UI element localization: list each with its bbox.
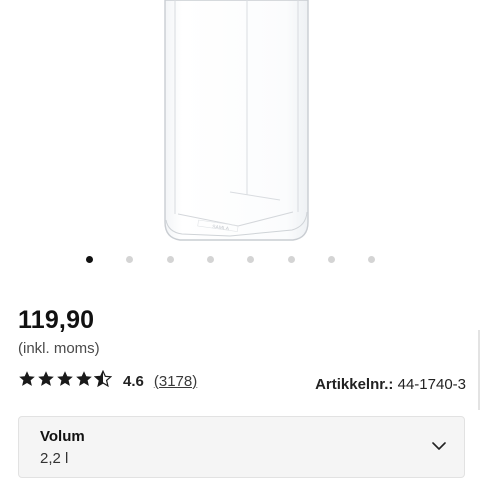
article-number-value: 44-1740-3 bbox=[397, 376, 466, 393]
rating-stars bbox=[18, 369, 113, 393]
volume-selected-value: 2,2 l bbox=[40, 450, 69, 467]
gallery-dot[interactable] bbox=[327, 256, 335, 263]
star-icon bbox=[38, 370, 54, 386]
star-icon bbox=[94, 369, 112, 387]
review-count-link[interactable]: (3178) bbox=[154, 373, 197, 390]
gallery-dot[interactable] bbox=[166, 256, 174, 263]
gallery-dot[interactable] bbox=[206, 256, 214, 263]
gallery-dot[interactable] bbox=[247, 256, 255, 263]
star-icon bbox=[19, 370, 35, 386]
star-icon bbox=[57, 370, 73, 386]
star-icon bbox=[76, 370, 92, 386]
product-rating: 4.6 (3178) bbox=[18, 369, 197, 393]
rating-value: 4.6 bbox=[123, 372, 144, 390]
gallery-dot[interactable] bbox=[287, 256, 295, 263]
gallery-dot[interactable] bbox=[368, 256, 376, 263]
gallery-dot[interactable] bbox=[126, 256, 134, 263]
article-number: Artikkelnr.: 44-1740-3 bbox=[315, 376, 466, 393]
volume-label: Volum bbox=[40, 428, 85, 445]
volume-select[interactable]: Volum 2,2 l bbox=[18, 416, 465, 478]
product-price: 119,90 bbox=[18, 306, 95, 334]
gallery-pagination bbox=[0, 254, 480, 266]
chevron-down-icon bbox=[432, 442, 446, 450]
article-number-label: Artikkelnr.: bbox=[315, 376, 394, 393]
product-image: SAMLA bbox=[164, 0, 309, 241]
product-image-gallery[interactable]: SAMLA bbox=[0, 0, 480, 250]
price-vat-note: (inkl. moms) bbox=[18, 340, 100, 357]
gallery-dot[interactable] bbox=[86, 256, 93, 263]
